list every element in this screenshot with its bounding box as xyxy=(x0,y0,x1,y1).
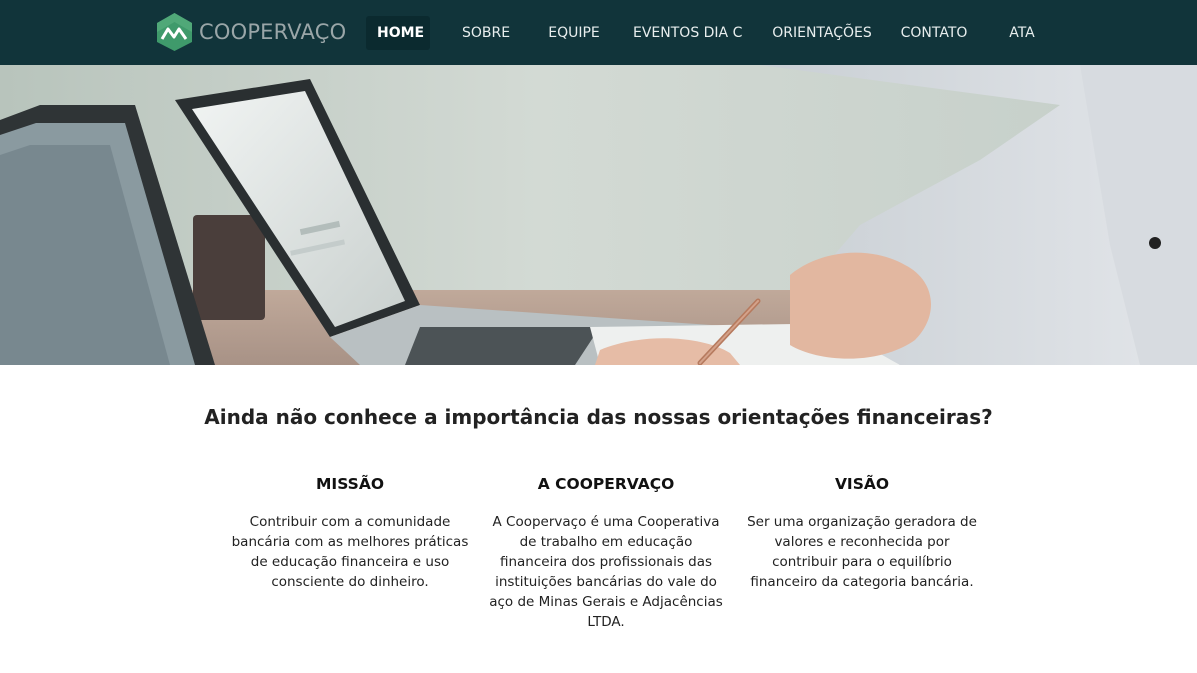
nav-eventos-dia-c[interactable]: EVENTOS DIA C xyxy=(633,16,742,50)
vision-text: Ser uma organização geradora de valores … xyxy=(747,514,977,590)
nav-equipe[interactable]: EQUIPE xyxy=(545,16,603,50)
nav-orientacoes[interactable]: ORIENTAÇÕES xyxy=(772,16,872,50)
brand-logo-link[interactable]: COOPERVAÇO xyxy=(156,12,346,52)
nav-ata[interactable]: ATA xyxy=(1004,16,1040,50)
vision-title: VISÃO xyxy=(834,475,890,493)
mountain-chart-icon xyxy=(157,13,192,51)
mission-title: MISSÃO xyxy=(316,475,384,493)
about-column: A COOPERVAÇO A Coopervaço é uma Cooperat… xyxy=(486,474,726,632)
laptops-and-hand-with-pen-photo xyxy=(0,65,1197,365)
nav-contato[interactable]: CONTATO xyxy=(898,16,970,50)
vision-column: VISÃO Ser uma organização geradora de va… xyxy=(742,474,982,592)
mission-text: Contribuir com a comunidade bancária com… xyxy=(231,514,469,590)
about-text: A Coopervaço é uma Cooperativa de trabal… xyxy=(489,514,723,630)
brand-name: COOPERVAÇO xyxy=(199,19,347,44)
section-headline: Ainda não conhece a importância das noss… xyxy=(204,405,993,429)
nav-sobre[interactable]: SOBRE xyxy=(458,16,514,50)
top-navbar: COOPERVAÇO HOME SOBRE EQUIPE EVENTOS DIA… xyxy=(0,0,1197,65)
mission-column: MISSÃO Contribuir com a comunidade bancá… xyxy=(230,474,470,592)
about-title: A COOPERVAÇO xyxy=(537,475,675,493)
hero-banner-image xyxy=(0,65,1197,365)
nav-home[interactable]: HOME xyxy=(366,16,430,50)
